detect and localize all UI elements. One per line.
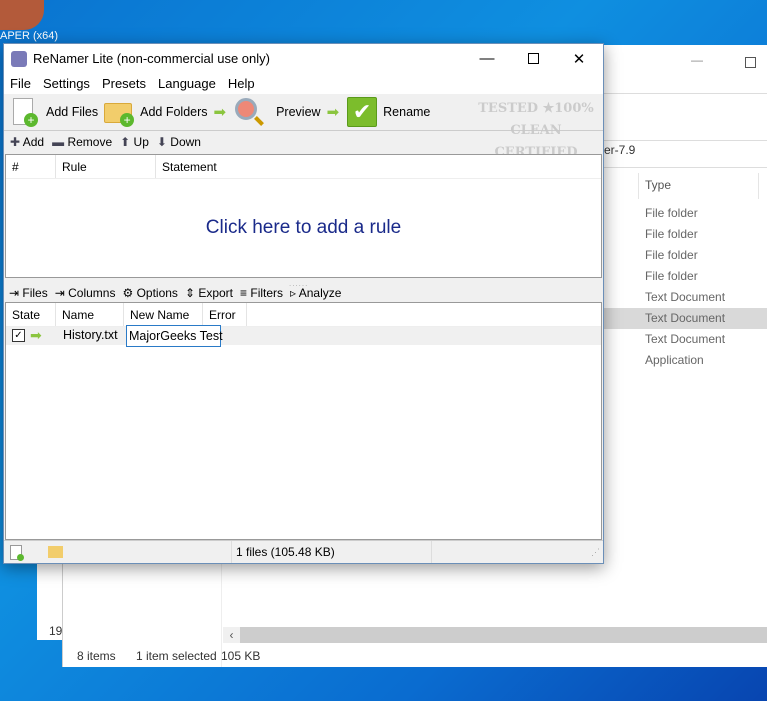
plus-icon: ✚	[10, 134, 21, 149]
file-name: History.txt	[63, 328, 118, 342]
column-type[interactable]: Type	[645, 178, 671, 192]
main-toolbar: + Add Files + Add Folders ➡ Preview ➡ ✔ …	[4, 94, 603, 198]
status-selected: 1 item selected	[136, 649, 217, 663]
analyze-menu-button[interactable]: ▹ Analyze	[290, 286, 341, 300]
minimize-icon[interactable]: —	[691, 53, 703, 67]
address-bar[interactable]: er-7.9	[604, 143, 635, 157]
explorer-row-type[interactable]: Text Document	[645, 329, 767, 350]
close-button[interactable]: ✕	[556, 44, 602, 73]
maximize-icon[interactable]	[745, 57, 756, 68]
files-toolbar: ⇥ Files ⇥ Columns ⚙ Options ⇕ Export ≡ F…	[4, 283, 603, 302]
file-checkbox[interactable]: ✓	[12, 329, 25, 342]
rules-list[interactable]: # Rule Statement Click here to add a rul…	[5, 154, 602, 278]
desktop-icon[interactable]	[0, 0, 44, 30]
watermark-line: TESTED ★100% CLEAN	[478, 101, 594, 138]
horizontal-scrollbar[interactable]: ‹	[223, 627, 767, 643]
arrow-right-icon: ➡	[30, 327, 42, 343]
renamer-window: ReNamer Lite (non-commercial use only) —…	[3, 43, 604, 564]
preview-button[interactable]: Preview	[234, 97, 321, 127]
menu-settings[interactable]: Settings	[37, 76, 96, 91]
add-folders-button[interactable]: + Add Folders	[104, 97, 208, 127]
add-file-icon: +	[10, 97, 40, 127]
explorer-row-type[interactable]: File folder	[645, 224, 767, 245]
remove-rule-button[interactable]: ▬ Remove	[52, 135, 112, 149]
up-button[interactable]: ⬆ Up	[120, 135, 149, 149]
explorer-row-type[interactable]: File folder	[645, 266, 767, 287]
title-bar[interactable]: ReNamer Lite (non-commercial use only) —…	[4, 44, 603, 73]
status-size: 105 KB	[221, 649, 261, 663]
arrow-down-icon: ⬇	[156, 134, 167, 149]
column-name[interactable]: Name	[56, 303, 124, 326]
add-rule-button[interactable]: ✚ Add	[10, 135, 44, 149]
column-state[interactable]: State	[6, 303, 56, 326]
column-new-name[interactable]: New Name	[124, 303, 203, 326]
checkmark-icon: ✔	[347, 97, 378, 127]
files-menu-button[interactable]: ⇥ Files	[9, 286, 48, 300]
files-count-status: 1 files (105.48 KB)	[232, 541, 432, 563]
explorer-row-type[interactable]: Text Document	[645, 287, 767, 308]
new-name-input[interactable]: MajorGeeks Test	[126, 325, 223, 347]
magnifier-icon	[234, 97, 265, 127]
column-rule[interactable]: Rule	[56, 155, 156, 178]
file-row[interactable]: ✓ ➡ History.txt K MajorGeeks Test	[6, 325, 601, 347]
column-statement[interactable]: Statement	[156, 155, 601, 178]
menu-bar: File Settings Presets Language Help	[4, 73, 603, 94]
explorer-row-type[interactable]: File folder	[645, 203, 767, 224]
filters-menu-button[interactable]: ≡ Filters	[240, 286, 283, 300]
status-bar: 1 files (105.48 KB) ⋰	[4, 540, 603, 563]
add-files-button[interactable]: + Add Files	[10, 97, 98, 127]
files-list[interactable]: State Name New Name Error ✓ ➡ History.tx…	[5, 302, 602, 540]
scroll-left-icon[interactable]: ‹	[223, 627, 240, 643]
arrow-right-icon: ➡	[213, 104, 227, 121]
explorer-row-type[interactable]: Application	[645, 350, 767, 371]
status-items: 8 items	[77, 649, 116, 663]
explorer-row-type[interactable]: File folder	[645, 245, 767, 266]
add-rule-hint[interactable]: Click here to add a rule	[6, 217, 601, 239]
minus-icon: ▬	[52, 134, 65, 149]
minimize-button[interactable]: —	[464, 44, 510, 73]
options-menu-button[interactable]: ⚙ Options	[122, 286, 177, 300]
explorer-row-type[interactable]: Text Document	[645, 308, 767, 329]
maximize-button[interactable]	[510, 44, 556, 73]
column-error[interactable]: Error	[203, 303, 247, 326]
column-number[interactable]: #	[6, 155, 56, 178]
columns-menu-button[interactable]: ⇥ Columns	[55, 286, 116, 300]
desktop-icon-label: APER (x64)	[0, 30, 59, 42]
arrow-up-icon: ⬆	[120, 134, 131, 149]
export-menu-button[interactable]: ⇕ Export	[185, 286, 233, 300]
folder-search-icon[interactable]	[48, 546, 63, 558]
resize-grip[interactable]: ⋰	[591, 547, 600, 558]
background-window-text: 19	[49, 624, 63, 638]
app-icon	[11, 50, 27, 67]
down-button[interactable]: ⬇ Down	[157, 135, 201, 149]
window-title: ReNamer Lite (non-commercial use only)	[33, 51, 270, 66]
add-folder-icon: +	[104, 97, 135, 127]
menu-presets[interactable]: Presets	[96, 76, 152, 91]
menu-help[interactable]: Help	[222, 76, 261, 91]
add-file-icon[interactable]	[10, 544, 24, 561]
rename-button[interactable]: ✔ Rename	[347, 97, 430, 127]
menu-language[interactable]: Language	[152, 76, 222, 91]
menu-file[interactable]: File	[4, 76, 37, 91]
arrow-right-icon: ➡	[326, 104, 340, 121]
